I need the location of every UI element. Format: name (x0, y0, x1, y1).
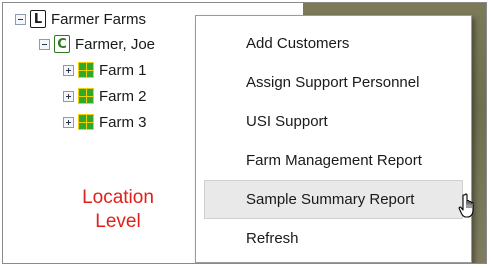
expand-icon[interactable] (63, 116, 74, 128)
menu-item-sample-summary-report[interactable]: Sample Summary Report (204, 180, 474, 219)
menu-item-usi-support[interactable]: USI Support (204, 102, 463, 141)
menu-item-label: Refresh (246, 230, 299, 247)
menu-item-label: Farm Management Report (246, 152, 422, 169)
tree-node-root[interactable]: L Farmer Farms (15, 8, 146, 30)
tree-node-farm[interactable]: Farm 3 (63, 111, 147, 133)
menu-item-label: Add Customers (246, 35, 350, 52)
tree-panel: L Farmer Farms C Farmer, Joe Farm 1 Farm… (2, 2, 487, 264)
menu-item-add-customers[interactable]: Add Customers (204, 24, 463, 63)
collapse-icon[interactable] (15, 13, 26, 25)
menu-item-label: Assign Support Personnel (246, 74, 420, 91)
tree-node-label[interactable]: Farm 1 (99, 62, 147, 79)
expand-icon[interactable] (63, 64, 74, 76)
customer-icon: C (54, 35, 70, 53)
context-menu: Add Customers Assign Support Personnel U… (195, 15, 474, 263)
menu-item-farm-management-report[interactable]: Farm Management Report (204, 141, 463, 180)
tree-node-customer[interactable]: C Farmer, Joe (39, 33, 155, 55)
tree-node-label[interactable]: Farm 3 (99, 114, 147, 131)
hand-pointer-icon (458, 193, 474, 218)
farm-icon (78, 114, 94, 130)
tree-node-farm[interactable]: Farm 2 (63, 85, 147, 107)
tree-node-label[interactable]: Farmer, Joe (75, 36, 155, 53)
annotation-line: Location (82, 187, 154, 208)
tree-node-label[interactable]: Farm 2 (99, 88, 147, 105)
collapse-icon[interactable] (39, 38, 50, 50)
tree-node-label[interactable]: Farmer Farms (51, 11, 146, 28)
location-level-annotation: Location Level (73, 186, 163, 234)
farm-icon (78, 62, 94, 78)
menu-item-label: USI Support (246, 113, 328, 130)
location-icon: L (30, 10, 46, 28)
farm-icon (78, 88, 94, 104)
menu-item-label: Sample Summary Report (246, 191, 415, 208)
expand-icon[interactable] (63, 90, 74, 102)
menu-item-refresh[interactable]: Refresh (204, 219, 463, 258)
annotation-line: Level (95, 211, 141, 232)
tree-node-farm[interactable]: Farm 1 (63, 59, 147, 81)
menu-item-assign-support-personnel[interactable]: Assign Support Personnel (204, 63, 463, 102)
